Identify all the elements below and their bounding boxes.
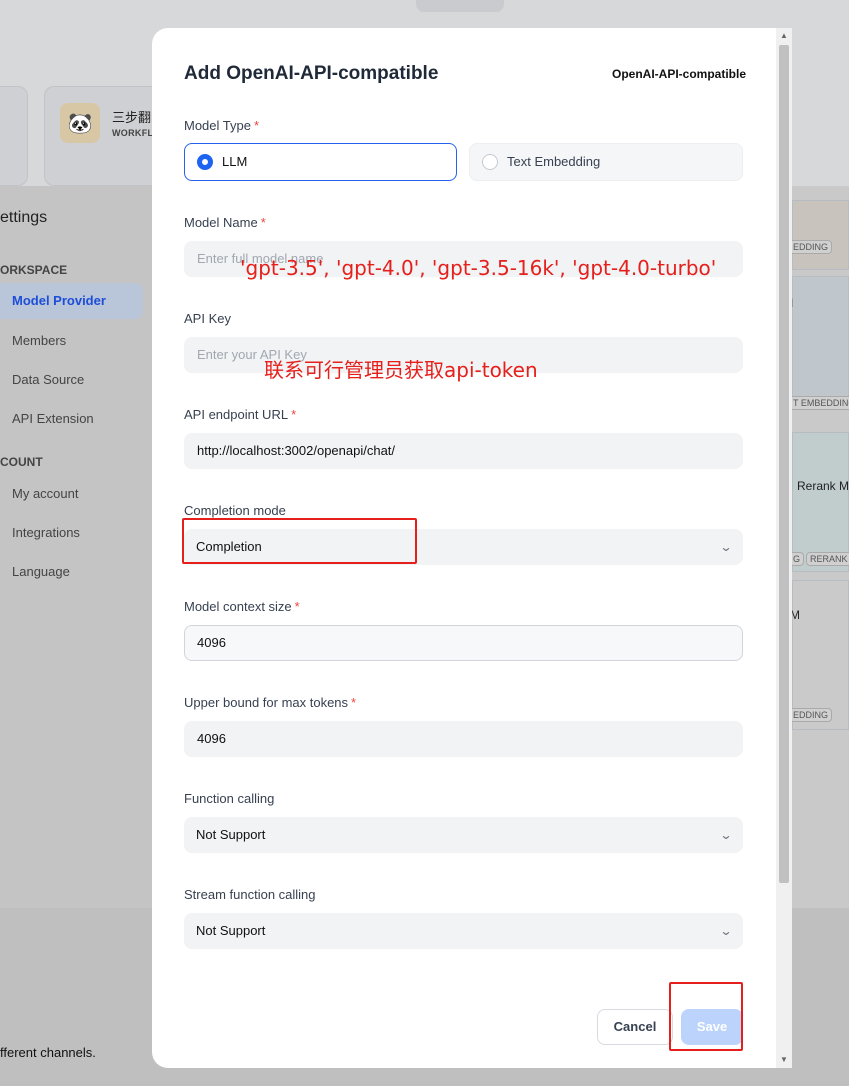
sidebar-item-members[interactable]: Members <box>0 323 143 359</box>
chevron-down-icon: ⌄ <box>719 828 733 842</box>
provider-name: Rerank Mo <box>797 479 849 493</box>
provider-tag: RERANK <box>806 552 849 566</box>
radio-unselected-icon <box>482 154 498 170</box>
app-avatar: 🐼 <box>60 103 100 143</box>
function-calling-select[interactable]: Not Support ⌄ <box>184 817 743 853</box>
footer-text: fferent channels. <box>0 1045 96 1060</box>
settings-title: ettings <box>0 209 48 226</box>
sidebar-item-model-provider[interactable]: Model Provider <box>0 283 143 319</box>
sidebar-item-api-extension[interactable]: API Extension <box>0 401 143 437</box>
provider-tag: T EMBEDDING <box>789 396 849 410</box>
completion-mode-label: Completion mode <box>184 503 286 518</box>
sidebar-item-label: API Extension <box>12 411 94 426</box>
function-calling-label: Function calling <box>184 791 275 806</box>
sidebar-item-label: Data Source <box>12 372 85 387</box>
context-size-input[interactable]: 4096 <box>184 625 743 661</box>
provider-label: OpenAI-API-compatible <box>612 67 747 81</box>
scrollbar-thumb[interactable] <box>779 45 789 883</box>
model-name-label: Model Name * <box>184 215 266 230</box>
api-endpoint-label: API endpoint URL * <box>184 407 297 422</box>
model-type-llm-option[interactable]: LLM <box>184 143 457 181</box>
stream-function-calling-label: Stream function calling <box>184 887 316 902</box>
annotation-api-key-note: 联系可行管理员获取api-token <box>264 358 538 382</box>
provider-card[interactable] <box>792 432 849 572</box>
max-tokens-label: Upper bound for max tokens * <box>184 695 357 710</box>
api-key-label: API Key <box>184 311 231 326</box>
stream-function-calling-select[interactable]: Not Support ⌄ <box>184 913 743 949</box>
chevron-down-icon: ⌄ <box>719 540 733 554</box>
scroll-down-arrow-icon[interactable]: ▼ <box>779 1055 789 1065</box>
select-value: Not Support <box>196 923 266 938</box>
section-account: COUNT <box>0 455 43 469</box>
provider-card[interactable] <box>792 200 849 270</box>
annotation-box-save <box>669 982 743 1051</box>
sidebar-item-label: Model Provider <box>12 293 106 308</box>
api-endpoint-input[interactable]: http://localhost:3002/openapi/chat/ <box>184 433 743 469</box>
sidebar-item-language[interactable]: Language <box>0 554 143 590</box>
sidebar-item-data-source[interactable]: Data Source <box>0 362 143 398</box>
select-value: Not Support <box>196 827 266 842</box>
app-card-left <box>0 86 28 186</box>
provider-tag: EDDING <box>789 240 833 254</box>
annotation-model-names: 'gpt-3.5', 'gpt-4.0', 'gpt-3.5-16k', 'gp… <box>240 256 717 280</box>
modal-title: Add OpenAI-API-compatible <box>184 63 439 84</box>
annotation-box-completion-mode <box>182 518 417 564</box>
input-value: 4096 <box>197 635 226 650</box>
app-card-title: 三步翻 <box>112 110 152 125</box>
sidebar-item-label: My account <box>12 486 79 501</box>
sidebar-item-label: Members <box>12 333 67 348</box>
cancel-button[interactable]: Cancel <box>597 1009 673 1045</box>
option-label: LLM <box>222 154 248 169</box>
top-tab-pill <box>416 0 504 12</box>
provider-card[interactable] <box>792 276 849 410</box>
sidebar-item-label: Language <box>12 564 70 579</box>
section-workspace: ORKSPACE <box>0 263 68 277</box>
context-size-label: Model context size * <box>184 599 300 614</box>
app-card-subtitle: WORKFL <box>112 128 154 138</box>
input-value: http://localhost:3002/openapi/chat/ <box>197 443 396 458</box>
chevron-down-icon: ⌄ <box>719 924 733 938</box>
radio-selected-icon <box>197 154 213 170</box>
provider-tag: EDDING <box>789 708 833 722</box>
sidebar-item-my-account[interactable]: My account <box>0 476 143 512</box>
sidebar-item-integrations[interactable]: Integrations <box>0 515 143 551</box>
sidebar-item-label: Integrations <box>12 525 80 540</box>
scroll-up-arrow-icon[interactable]: ▲ <box>779 31 789 41</box>
option-label: Text Embedding <box>507 154 601 169</box>
input-value: 4096 <box>197 731 226 746</box>
model-type-label: Model Type * <box>184 118 260 133</box>
model-type-text-embedding-option[interactable]: Text Embedding <box>469 143 743 181</box>
max-tokens-input[interactable]: 4096 <box>184 721 743 757</box>
